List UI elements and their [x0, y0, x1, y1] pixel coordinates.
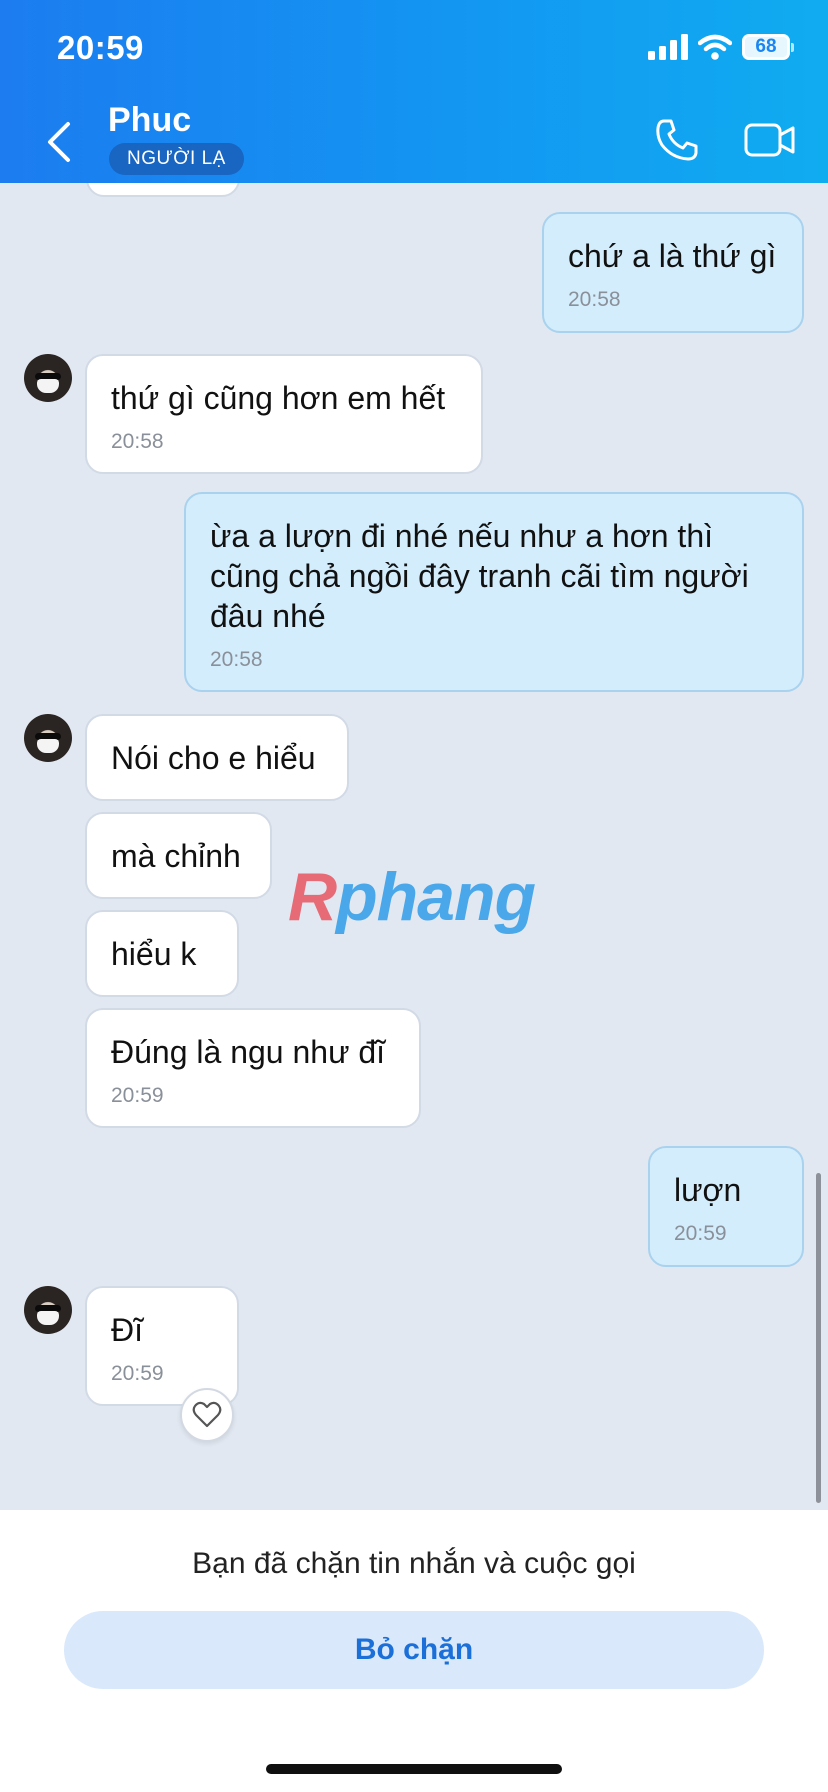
- message-bubble-incoming[interactable]: Nói cho e hiểu: [85, 714, 349, 801]
- message-bubble-incoming[interactable]: thứ gì cũng hơn em hết 20:58: [85, 354, 483, 474]
- back-icon[interactable]: [40, 118, 80, 166]
- battery-icon: 68: [742, 34, 794, 60]
- message-bubble-incoming[interactable]: Đúng là ngu như đĩ 20:59: [85, 1008, 421, 1128]
- message-text: ừa a lượn đi nhé nếu như a hơn thì cũng …: [210, 518, 749, 634]
- message-time: 20:59: [111, 1084, 164, 1107]
- blocked-note: Bạn đã chặn tin nhắn và cuộc gọi: [192, 1547, 636, 1580]
- message-time: 20:59: [111, 1362, 164, 1385]
- home-indicator[interactable]: [266, 1764, 562, 1774]
- signal-icon: [648, 34, 688, 60]
- message-text: lượn: [674, 1172, 742, 1208]
- contact-avatar[interactable]: [24, 354, 72, 402]
- stranger-badge: NGƯỜI LẠ: [109, 143, 244, 175]
- watermark: Rphang: [288, 859, 536, 935]
- reaction-button[interactable]: [180, 1388, 234, 1442]
- message-bubble-outgoing[interactable]: chứ a là thứ gì 20:58: [542, 212, 804, 333]
- contact-avatar[interactable]: [24, 714, 72, 762]
- wifi-icon: [698, 34, 732, 60]
- message-list[interactable]: chứ a là thứ gì 20:58 thứ gì cũng hơn em…: [0, 183, 828, 1510]
- contact-name[interactable]: Phuc: [108, 101, 191, 140]
- message-bubble-partial: [86, 183, 240, 197]
- scrollbar[interactable]: [816, 1173, 821, 1503]
- message-bubble-outgoing[interactable]: ừa a lượn đi nhé nếu như a hơn thì cũng …: [184, 492, 804, 692]
- message-text: Đúng là ngu như đĩ: [111, 1034, 386, 1070]
- heart-icon: [192, 1401, 222, 1428]
- message-bubble-incoming[interactable]: hiểu k: [85, 910, 239, 997]
- message-text: mà chỉnh: [111, 838, 241, 874]
- message-time: 20:59: [674, 1222, 727, 1245]
- blocked-footer: Bạn đã chặn tin nhắn và cuộc gọi Bỏ chặn: [0, 1510, 828, 1792]
- message-time: 20:58: [568, 288, 621, 311]
- contact-avatar[interactable]: [24, 1286, 72, 1334]
- status-icons: 68: [648, 34, 794, 60]
- message-text: Đĩ: [111, 1312, 143, 1348]
- phone-icon[interactable]: [654, 117, 700, 163]
- message-bubble-incoming[interactable]: Đĩ 20:59: [85, 1286, 239, 1406]
- message-text: chứ a là thứ gì: [568, 238, 777, 274]
- message-text: Nói cho e hiểu: [111, 740, 316, 776]
- status-time: 20:59: [57, 29, 144, 66]
- unblock-button[interactable]: Bỏ chặn: [64, 1611, 764, 1689]
- message-time: 20:58: [210, 648, 263, 671]
- message-text: hiểu k: [111, 936, 197, 972]
- chat-header: 20:59 68 Phuc NGƯỜI LẠ: [0, 0, 828, 183]
- video-call-icon[interactable]: [744, 120, 796, 160]
- message-bubble-incoming[interactable]: mà chỉnh: [85, 812, 272, 899]
- message-time: 20:58: [111, 430, 164, 453]
- message-bubble-outgoing[interactable]: lượn 20:59: [648, 1146, 804, 1267]
- message-text: thứ gì cũng hơn em hết: [111, 380, 446, 416]
